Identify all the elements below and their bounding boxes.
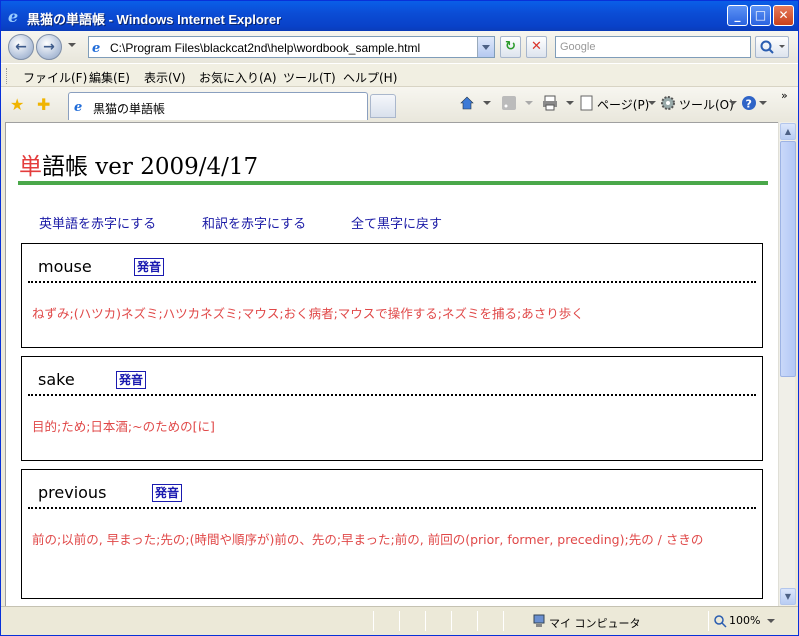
computer-icon	[533, 614, 545, 627]
search-button[interactable]	[755, 36, 789, 58]
svg-text:?: ?	[746, 98, 752, 111]
chevron-more-icon[interactable]: »	[781, 89, 788, 102]
scroll-up-button[interactable]: ▲	[780, 123, 796, 140]
page-title: 単語帳 ver 2009/4/17	[19, 147, 258, 181]
dotted-divider	[28, 507, 756, 509]
address-field[interactable]: e C:\Program Files\blackcat2nd\help\word…	[88, 36, 495, 58]
status-separator	[477, 611, 478, 631]
dotted-divider	[28, 394, 756, 396]
word-text: mouse	[38, 257, 92, 276]
page-title-first-char: 単	[19, 154, 42, 180]
page-icon: e	[74, 100, 82, 113]
stop-button[interactable]: ✕	[526, 36, 547, 58]
word-card: previous 発音 前の;以前の, 早まった;先の;(時間や順序が)前の、先…	[21, 469, 763, 599]
recent-pages-dropdown-icon[interactable]	[68, 43, 76, 47]
menubar-grip	[6, 68, 8, 84]
status-separator	[503, 611, 504, 631]
title-divider	[18, 181, 768, 185]
pronounce-button[interactable]: 発音	[116, 371, 147, 389]
feeds-dropdown-icon[interactable]	[525, 101, 533, 105]
word-text: sake	[38, 370, 75, 389]
favorites-star-icon[interactable]: ★	[10, 95, 24, 114]
word-card: mouse 発音 ねずみ;(ハツカ)ネズミ;ハツカネズミ;マウス;おく病者;マウ…	[21, 243, 763, 348]
tools-menu-label[interactable]: ツール(O)	[679, 96, 734, 113]
tab-bar: ★ ✚ e 黒猫の単語帳 ページ(P) ツール(O) ? »	[1, 87, 798, 122]
browser-window: e 黒猫の単語帳 - Windows Internet Explorer _ □…	[0, 0, 799, 636]
vertical-scrollbar[interactable]: ▲ ▼	[778, 122, 796, 606]
home-icon[interactable]	[459, 95, 475, 111]
maximize-button[interactable]: □	[750, 5, 771, 26]
ie-logo-icon: e	[8, 8, 18, 24]
close-button[interactable]: ✕	[773, 5, 794, 26]
link-all-black[interactable]: 全て黒字に戻す	[351, 213, 442, 232]
address-bar-row: ← → e C:\Program Files\blackcat2nd\help\…	[1, 31, 798, 63]
page-menu-icon[interactable]	[579, 95, 595, 111]
status-bar: マイ コンピュータ 100%	[1, 606, 798, 635]
word-text: previous	[38, 483, 107, 502]
title-bar: e 黒猫の単語帳 - Windows Internet Explorer _ □…	[1, 1, 798, 31]
svg-text:e: e	[74, 100, 82, 113]
menu-edit[interactable]: 編集(E)	[89, 69, 130, 86]
word-card: sake 発音 目的;ため;日本酒;~のための[に]	[21, 356, 763, 461]
add-favorites-icon[interactable]: ✚	[37, 95, 50, 114]
tab-label: 黒猫の単語帳	[93, 102, 166, 116]
search-placeholder: Google	[560, 41, 596, 53]
scroll-thumb[interactable]	[780, 141, 796, 377]
svg-text:e: e	[92, 41, 100, 54]
zoom-icon[interactable]	[714, 615, 727, 628]
menu-favorites[interactable]: お気に入り(A)	[199, 69, 277, 86]
address-dropdown-button[interactable]	[477, 37, 494, 57]
pronounce-button[interactable]: 発音	[134, 258, 165, 276]
page-dropdown-icon[interactable]	[648, 101, 656, 105]
status-separator	[399, 611, 400, 631]
forward-button[interactable]: →	[36, 34, 62, 60]
svg-text:e: e	[8, 8, 18, 24]
print-dropdown-icon[interactable]	[566, 101, 574, 105]
status-separator	[451, 611, 452, 631]
tools-dropdown-icon[interactable]	[729, 101, 737, 105]
dotted-divider	[28, 281, 756, 283]
print-icon[interactable]	[542, 95, 558, 111]
search-icon	[760, 40, 785, 54]
home-dropdown-icon[interactable]	[483, 101, 491, 105]
pronounce-button[interactable]: 発音	[152, 484, 183, 502]
zoom-dropdown-icon[interactable]	[767, 619, 775, 623]
search-input[interactable]: Google	[555, 36, 751, 58]
link-english-red[interactable]: 英単語を赤字にする	[39, 213, 156, 232]
help-dropdown-icon[interactable]	[759, 101, 767, 105]
status-separator	[373, 611, 374, 631]
status-separator	[425, 611, 426, 631]
zoom-level[interactable]: 100%	[729, 614, 760, 627]
word-meaning: ねずみ;(ハツカ)ネズミ;ハツカネズミ;マウス;おく病者;マウスで操作する;ネズ…	[32, 306, 584, 321]
menu-bar: ファイル(F) 編集(E) 表示(V) お気に入り(A) ツール(T) ヘルプ(…	[1, 63, 798, 87]
page-title-rest: 語帳 ver 2009/4/17	[42, 154, 259, 180]
page-menu-label[interactable]: ページ(P)	[597, 96, 649, 113]
scroll-down-button[interactable]: ▼	[780, 588, 796, 605]
security-zone: マイ コンピュータ	[549, 617, 641, 630]
page-content: 単語帳 ver 2009/4/17 英単語を赤字にする 和訳を赤字にする 全て黒…	[5, 122, 778, 606]
status-separator	[708, 611, 709, 631]
tab-current[interactable]: e 黒猫の単語帳	[68, 92, 368, 120]
link-japanese-red[interactable]: 和訳を赤字にする	[202, 213, 306, 232]
menu-view[interactable]: 表示(V)	[144, 69, 186, 86]
menu-file[interactable]: ファイル(F)	[23, 69, 87, 86]
menu-tools[interactable]: ツール(T)	[283, 69, 336, 86]
word-meaning: 目的;ため;日本酒;~のための[に]	[32, 419, 215, 434]
word-meaning: 前の;以前の, 早まった;先の;(時間や順序が)前の、先の;早まった;前の, 前…	[32, 532, 704, 547]
page-icon: e	[92, 41, 100, 54]
feeds-icon[interactable]	[501, 95, 517, 111]
minimize-button[interactable]: _	[727, 5, 748, 26]
refresh-button[interactable]: ↻	[500, 36, 521, 58]
address-url: C:\Program Files\blackcat2nd\help\wordbo…	[110, 41, 421, 55]
menu-help[interactable]: ヘルプ(H)	[343, 69, 397, 86]
new-tab-button[interactable]	[370, 94, 396, 118]
window-title: 黒猫の単語帳 - Windows Internet Explorer	[27, 12, 282, 27]
help-icon[interactable]: ?	[741, 95, 757, 111]
back-button[interactable]: ←	[8, 34, 34, 60]
gear-icon[interactable]	[660, 95, 676, 111]
